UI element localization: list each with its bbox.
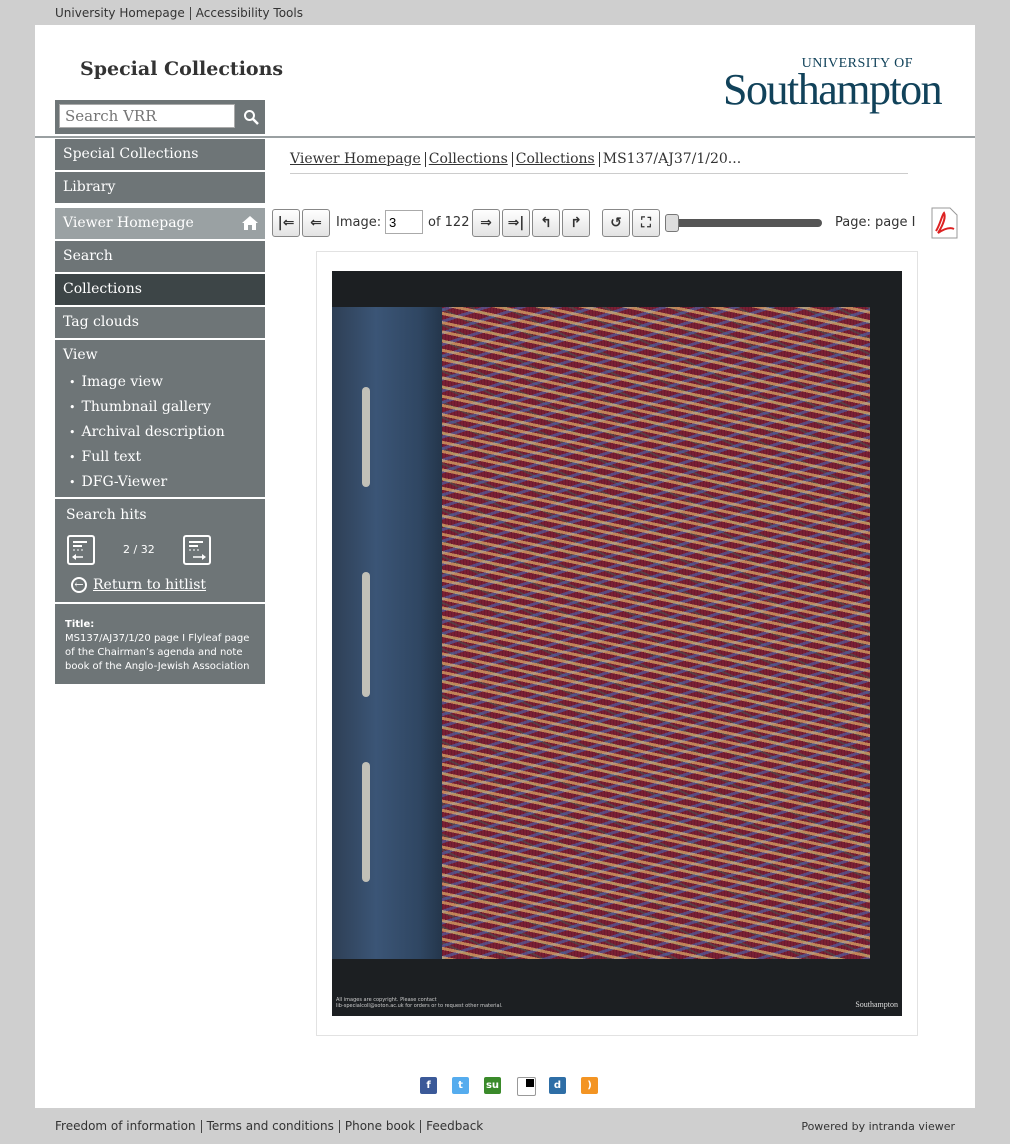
record-title-panel: Title: MS137/AJ37/1/20 page I Flyleaf pa… xyxy=(55,604,265,684)
university-logo[interactable]: UNIVERSITY OF Southampton xyxy=(723,56,943,114)
rotate-right-icon: ↱ xyxy=(570,215,582,231)
back-arrow-icon: ← xyxy=(71,577,87,593)
scan-copyright-2: lib-specialcoll@soton.ac.uk for orders o… xyxy=(336,1003,503,1009)
scan-footer: All images are copyright. Please contact… xyxy=(332,994,902,1016)
search-hits-panel: Search hits 2 / 32 ← Return to hitlist xyxy=(55,499,265,604)
delicious-icon[interactable] xyxy=(517,1077,536,1096)
top-bar: University Homepage Accessibility Tools xyxy=(0,0,1010,25)
view-archival-description[interactable]: Archival description xyxy=(55,420,265,445)
breadcrumb-viewer-homepage[interactable]: Viewer Homepage xyxy=(290,151,421,167)
last-icon: ⇒| xyxy=(507,215,525,231)
nav-tag-clouds[interactable]: Tag clouds xyxy=(55,307,265,340)
digg-icon[interactable]: d xyxy=(549,1077,566,1094)
breadcrumb: Viewer Homepage Collections Collections MS1… xyxy=(290,151,908,174)
next-image-button[interactable]: ⇒ xyxy=(472,209,500,237)
rotate-right-button[interactable]: ↱ xyxy=(562,209,590,237)
view-title: View xyxy=(63,347,98,363)
fullscreen-button[interactable]: ⛶ xyxy=(632,209,660,237)
search-box xyxy=(55,100,265,134)
return-to-hitlist-link[interactable]: ← Return to hitlist xyxy=(71,577,206,593)
search-input[interactable] xyxy=(59,104,235,128)
view-menu: View Image view Thumbnail gallery Archiv… xyxy=(55,340,265,499)
search-hits-title: Search hits xyxy=(66,507,147,523)
nav-viewer-homepage[interactable]: Viewer Homepage xyxy=(55,208,265,241)
nav-search[interactable]: Search xyxy=(55,241,265,274)
nav-collections[interactable]: Collections xyxy=(55,274,265,307)
view-full-text[interactable]: Full text xyxy=(55,445,265,470)
freedom-of-information-link[interactable]: Freedom of information xyxy=(55,1119,196,1133)
image-frame: All images are copyright. Please contact… xyxy=(316,251,918,1036)
powered-by: Powered by intranda viewer xyxy=(801,1120,955,1133)
logo-line-2: Southampton xyxy=(723,65,943,114)
terms-link[interactable]: Terms and conditions xyxy=(207,1119,334,1133)
record-title-label: Title: xyxy=(65,619,95,630)
reset-icon: ↺ xyxy=(610,215,622,231)
university-homepage-link[interactable]: University Homepage xyxy=(55,6,185,20)
feedback-link[interactable]: Feedback xyxy=(426,1119,483,1133)
previous-hit-icon xyxy=(72,541,87,560)
marbled-endpaper xyxy=(442,307,870,959)
last-image-button[interactable]: ⇒| xyxy=(502,209,530,237)
arrow-right-icon: ⇒ xyxy=(480,215,492,231)
scan-watermark: Southampton xyxy=(855,1000,898,1009)
page-label: Page: page I xyxy=(835,215,916,230)
nav-viewer-homepage-label: Viewer Homepage xyxy=(63,215,194,231)
pdf-icon xyxy=(931,207,958,239)
phone-book-link[interactable]: Phone book xyxy=(345,1119,415,1133)
image-toolbar: |⇐ ⇐ Image: of 122 ⇒ ⇒| ↰ ↱ ↺ ⛶ Page: pa… xyxy=(272,207,962,239)
image-total: of 122 xyxy=(428,215,470,230)
view-dfg-viewer[interactable]: DFG-Viewer xyxy=(55,470,265,495)
view-image-view[interactable]: Image view xyxy=(55,370,265,395)
site-title[interactable]: Special Collections xyxy=(80,58,283,80)
search-button[interactable] xyxy=(237,100,265,134)
first-image-button[interactable]: |⇐ xyxy=(272,209,300,237)
footer: Freedom of information Terms and conditio… xyxy=(0,1108,1010,1144)
fullscreen-icon: ⛶ xyxy=(641,215,651,231)
search-hits-count: 2 / 32 xyxy=(123,543,155,556)
previous-hit-button[interactable] xyxy=(67,535,95,565)
first-icon: |⇐ xyxy=(277,215,295,231)
facebook-icon[interactable]: f xyxy=(420,1077,437,1094)
home-icon xyxy=(242,216,258,230)
accessibility-tools-link[interactable]: Accessibility Tools xyxy=(196,6,303,20)
image-label: Image: xyxy=(336,215,382,230)
rss-icon[interactable]: ) xyxy=(581,1077,598,1094)
pdf-download-button[interactable] xyxy=(930,207,958,239)
next-hit-icon xyxy=(189,541,206,560)
nav-library[interactable]: Library xyxy=(55,172,265,205)
breadcrumb-collections[interactable]: Collections xyxy=(429,151,508,167)
book-spine xyxy=(332,307,442,959)
view-thumbnail-gallery[interactable]: Thumbnail gallery xyxy=(55,395,265,420)
breadcrumb-collections-2[interactable]: Collections xyxy=(516,151,595,167)
search-icon xyxy=(244,110,259,125)
sidebar: Special Collections Library Viewer Homep… xyxy=(55,139,265,684)
zoom-slider-handle[interactable] xyxy=(665,214,679,232)
header-divider xyxy=(35,136,975,138)
document-scan-image[interactable]: All images are copyright. Please contact… xyxy=(332,271,902,1016)
arrow-left-icon: ⇐ xyxy=(310,215,322,231)
zoom-slider[interactable] xyxy=(665,214,822,232)
next-hit-button[interactable] xyxy=(183,535,211,565)
nav-special-collections[interactable]: Special Collections xyxy=(55,139,265,172)
return-to-hitlist-label: Return to hitlist xyxy=(93,577,207,593)
previous-image-button[interactable]: ⇐ xyxy=(302,209,330,237)
page-container: Special Collections UNIVERSITY OF Southa… xyxy=(35,25,975,1108)
breadcrumb-current: MS137/AJ37/1/20... xyxy=(602,151,742,167)
rotate-left-button[interactable]: ↰ xyxy=(532,209,560,237)
record-title-value: MS137/AJ37/1/20 page I Flyleaf page of t… xyxy=(65,633,250,672)
rotate-left-icon: ↰ xyxy=(540,215,552,231)
image-number-input[interactable] xyxy=(385,210,423,234)
twitter-icon[interactable]: t xyxy=(452,1077,469,1094)
reset-button[interactable]: ↺ xyxy=(602,209,630,237)
stumbleupon-icon[interactable]: su xyxy=(484,1077,501,1094)
